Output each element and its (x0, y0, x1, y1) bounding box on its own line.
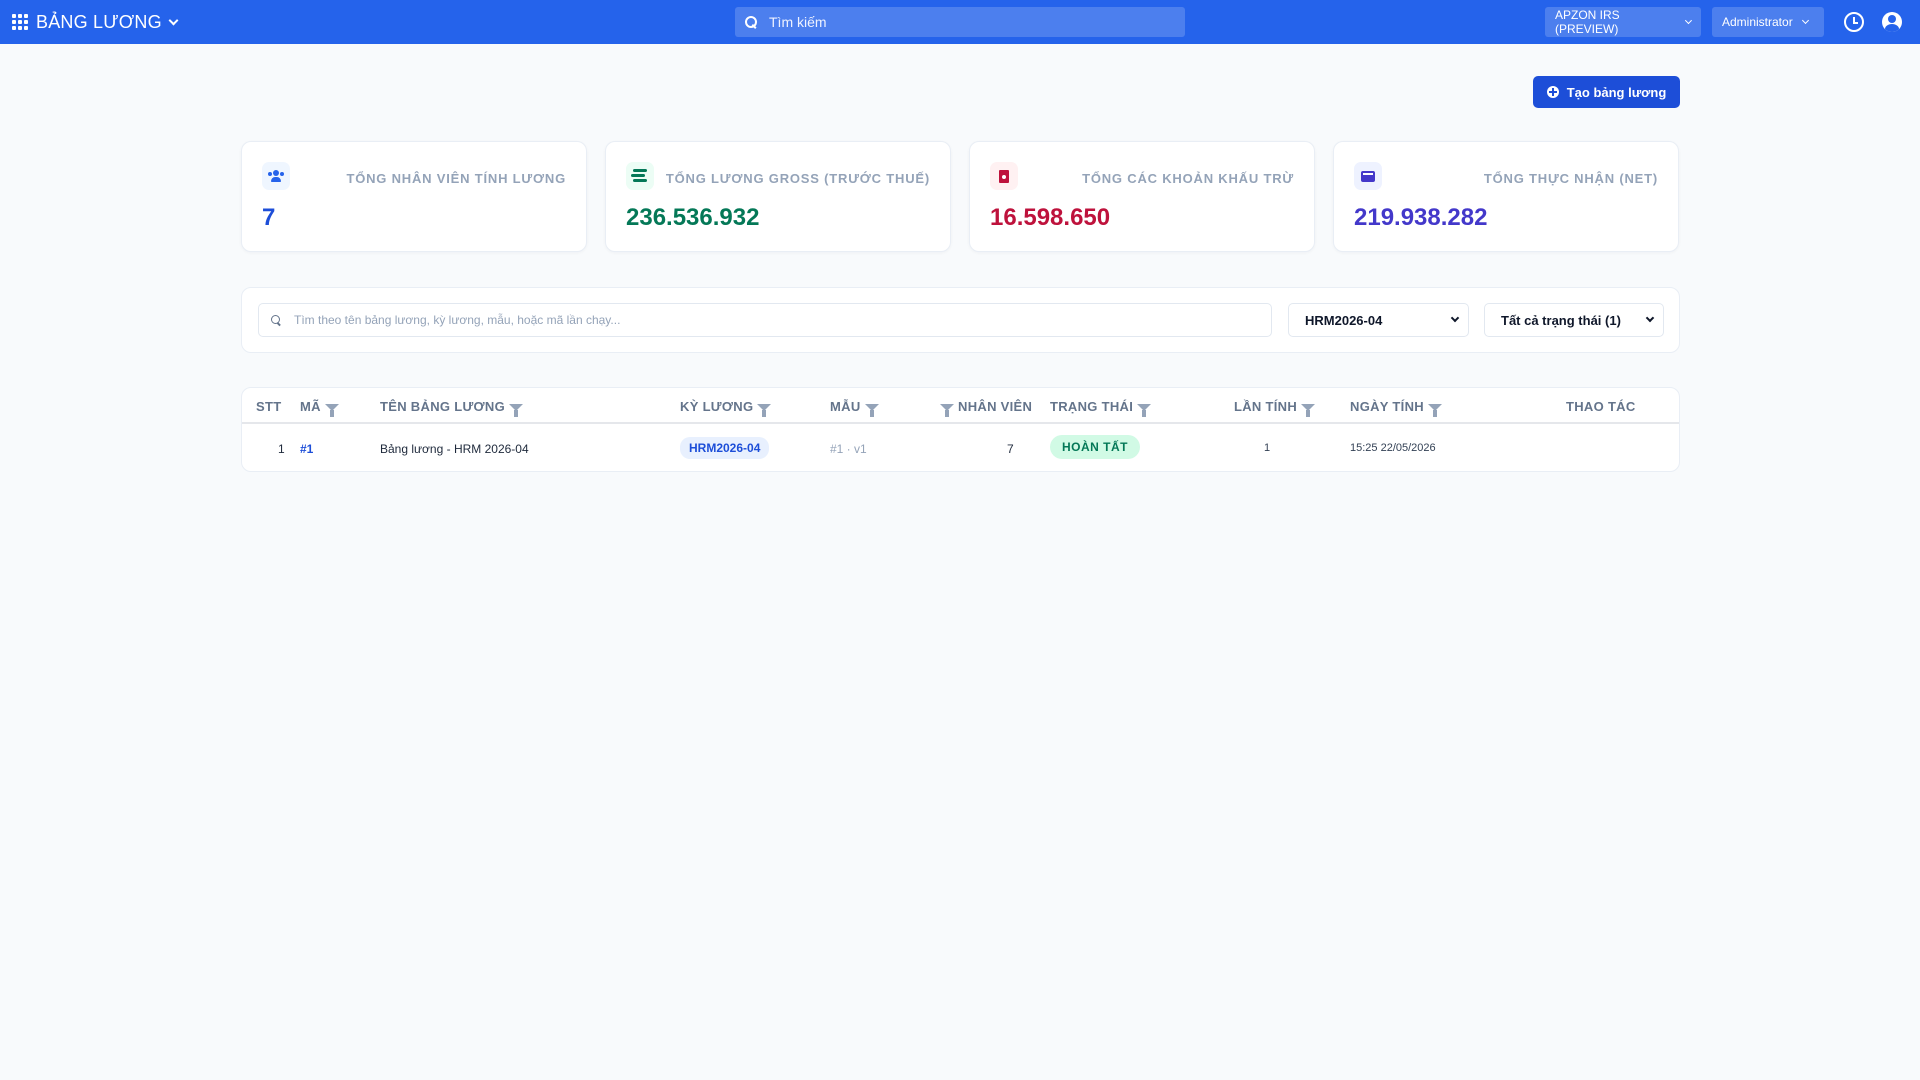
chevron-down-icon (1450, 313, 1460, 323)
period-select-value: HRM2026-04 (1305, 312, 1383, 328)
company-selector[interactable]: APZON IRS (PREVIEW) (1545, 7, 1701, 37)
history-clock-icon[interactable] (1844, 12, 1864, 32)
stat-value: 236.536.932 (626, 204, 760, 231)
chevron-down-icon (1685, 16, 1693, 24)
user-name: Administrator (1722, 15, 1793, 29)
status-select-value: Tất cả trạng thái (1) (1501, 312, 1621, 328)
app-menu[interactable]: BẢNG LƯƠNG (36, 11, 179, 33)
col-header-ten: TÊN BẢNG LƯƠNG (380, 399, 524, 417)
chevron-down-icon (168, 15, 179, 25)
cell-ngaytinh: 15:25 22/05/2026 (1350, 442, 1436, 454)
filter-bar: HRM2026-04 Tất cả trạng thái (1) (241, 287, 1680, 353)
period-select[interactable]: HRM2026-04 (1288, 303, 1469, 337)
status-badge: HOÀN TẤT (1050, 435, 1140, 459)
cell-lantinh: 1 (1264, 442, 1271, 454)
col-header-ky: KỲ LƯƠNG (680, 399, 772, 417)
user-selector[interactable]: Administrator (1712, 7, 1824, 37)
col-header-thaotac: THAO TÁC (1566, 399, 1636, 414)
filter-funnel-icon[interactable] (324, 404, 339, 417)
plus-circle-icon (1546, 86, 1559, 98)
invoice-icon (990, 162, 1018, 190)
app-grid-icon[interactable] (10, 12, 30, 32)
cell-nhanvien: 7 (1007, 442, 1014, 456)
global-search-input[interactable] (769, 14, 1149, 30)
top-navbar: BẢNG LƯƠNG APZON IRS (PREVIEW) Administr… (0, 0, 1920, 44)
stat-label: TỔNG NHÂN VIÊN TÍNH LƯƠNG (346, 171, 566, 186)
wallet-icon (1354, 162, 1382, 190)
search-icon (271, 315, 281, 325)
cell-ky-badge: HRM2026-04 (680, 437, 770, 459)
create-payroll-label: Tạo bảng lương (1566, 84, 1667, 100)
payroll-search[interactable] (258, 303, 1272, 337)
stat-card-employees: TỔNG NHÂN VIÊN TÍNH LƯƠNG 7 (241, 141, 587, 252)
users-icon (262, 162, 290, 190)
filter-funnel-icon[interactable] (940, 404, 954, 417)
company-name: APZON IRS (PREVIEW) (1555, 8, 1620, 36)
cell-ten: Bảng lương - HRM 2026-04 (380, 442, 529, 456)
money-stack-icon (626, 162, 654, 190)
table-header: STT MÃ TÊN BẢNG LƯƠNG KỲ LƯƠNG MẪU NHÂN … (242, 388, 1679, 424)
cell-stt: 1 (278, 442, 285, 456)
stat-value: 219.938.282 (1354, 204, 1488, 231)
chevron-down-icon (1801, 16, 1809, 24)
stat-label: TỔNG THỰC NHẬN (NET) (1483, 171, 1658, 186)
stat-card-net: TỔNG THỰC NHẬN (NET) 219.938.282 (1333, 141, 1679, 252)
col-header-mau: MẪU (830, 399, 879, 417)
cell-mau: #1 · v1 (830, 442, 867, 456)
col-header-stt: STT (256, 399, 282, 414)
filter-funnel-icon[interactable] (757, 404, 772, 417)
payroll-table: STT MÃ TÊN BẢNG LƯƠNG KỲ LƯƠNG MẪU NHÂN … (241, 387, 1680, 472)
filter-funnel-icon[interactable] (509, 404, 524, 417)
stat-value: 7 (262, 204, 276, 231)
cell-ma-link[interactable]: #1 (300, 442, 313, 456)
stat-card-deductions: TỔNG CÁC KHOẢN KHẤU TRỪ 16.598.650 (969, 141, 1315, 252)
filter-funnel-icon[interactable] (1301, 404, 1316, 417)
col-header-lantinh: LẦN TÍNH (1234, 399, 1316, 417)
stat-label: TỔNG LƯƠNG GROSS (TRƯỚC THUẾ) (665, 171, 930, 186)
search-icon (745, 16, 757, 28)
stat-card-gross: TỔNG LƯƠNG GROSS (TRƯỚC THUẾ) 236.536.93… (605, 141, 951, 252)
global-search[interactable] (735, 7, 1185, 37)
user-account-icon[interactable] (1882, 12, 1902, 32)
status-select[interactable]: Tất cả trạng thái (1) (1484, 303, 1664, 337)
stat-value: 16.598.650 (990, 204, 1111, 231)
create-payroll-button[interactable]: Tạo bảng lương (1533, 76, 1680, 108)
filter-funnel-icon[interactable] (864, 404, 879, 417)
col-header-nhanvien: NHÂN VIÊN (940, 399, 1032, 417)
table-row[interactable]: 1 #1 Bảng lương - HRM 2026-04 HRM2026-04… (242, 426, 1679, 471)
payroll-search-input[interactable] (294, 313, 1254, 327)
filter-funnel-icon[interactable] (1137, 404, 1152, 417)
filter-funnel-icon[interactable] (1427, 404, 1442, 417)
col-header-ngaytinh: NGÀY TÍNH (1350, 399, 1442, 417)
stat-label: TỔNG CÁC KHOẢN KHẤU TRỪ (1082, 171, 1294, 186)
col-header-trangthai: TRẠNG THÁI (1050, 399, 1152, 417)
col-header-ma: MÃ (300, 399, 339, 417)
app-title: BẢNG LƯƠNG (36, 11, 162, 32)
chevron-down-icon (1645, 313, 1655, 323)
